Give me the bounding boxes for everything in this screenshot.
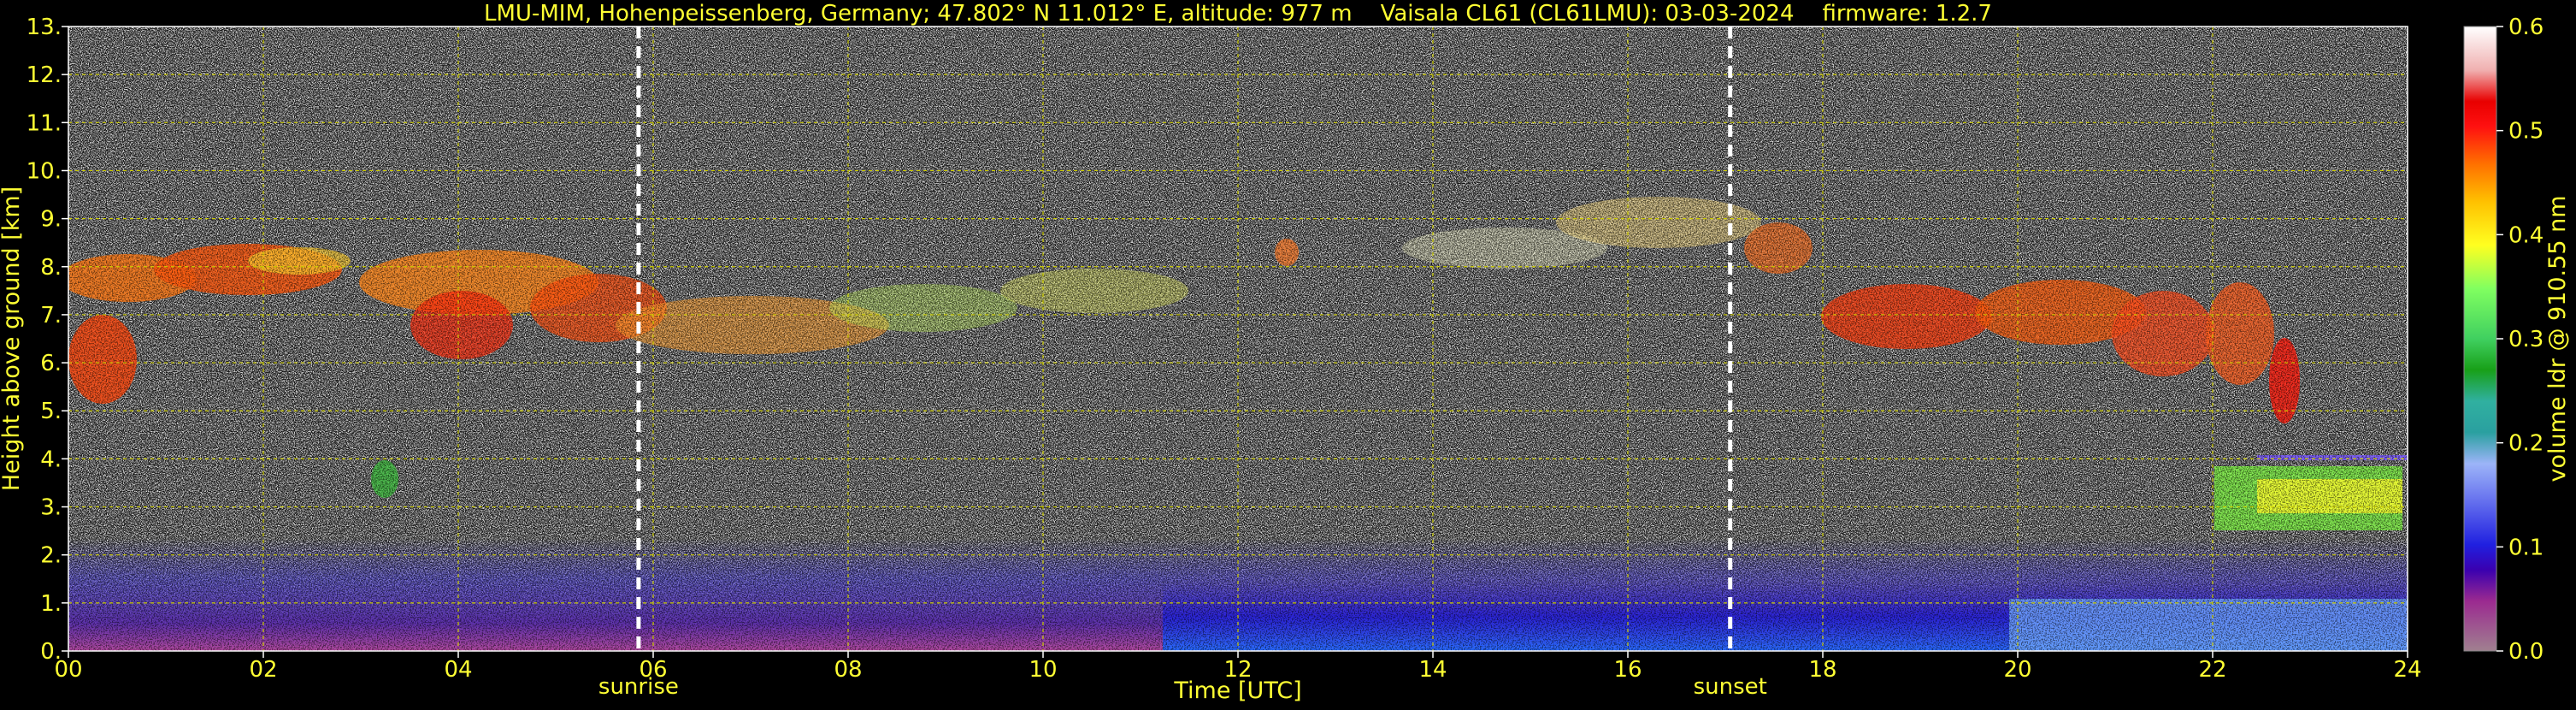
- x-tick-label: 14: [1418, 657, 1447, 683]
- lidar-chart: sunrise sunset 00 02 04 06 08 10 12 14 16 18 20 22 24…: [0, 0, 2576, 707]
- sun-marker-label: sunset: [1694, 674, 1767, 700]
- y-tick-label: 6.: [40, 351, 62, 376]
- y-tick-label: 10.: [27, 158, 62, 184]
- y-tick-label: 12.: [27, 62, 62, 88]
- y-tick-label: 3.: [40, 495, 62, 521]
- x-axis-label: Time [UTC]: [1173, 677, 1301, 704]
- y-tick-label: 7.: [40, 303, 62, 328]
- y-axis: 0. 1. 2. 3. 4. 5. 6. 7. 8. 9. 10. 11. 12. 13.: [27, 15, 68, 665]
- x-tick-label: 04: [444, 657, 472, 683]
- x-tick-label: 18: [1808, 657, 1836, 683]
- y-tick-label: 13.: [27, 15, 62, 40]
- y-tick-label: 1.: [40, 591, 62, 617]
- y-axis-label: Height above ground [km]: [0, 186, 25, 491]
- colorbar-tick-label: 0.0: [2508, 639, 2544, 665]
- colorbar-tick-label: 0.1: [2508, 535, 2544, 560]
- x-tick-label: 24: [2393, 657, 2421, 683]
- colorbar-tick-label: 0.2: [2508, 431, 2544, 457]
- x-tick-label: 22: [2198, 657, 2226, 683]
- y-tick-label: 9.: [40, 207, 62, 233]
- y-tick-label: 0.: [40, 639, 62, 665]
- lidar-field: [68, 27, 2408, 651]
- colorbar-tick-label: 0.6: [2508, 15, 2544, 40]
- x-tick-label: 10: [1029, 657, 1057, 683]
- colorbar-tick-label: 0.3: [2508, 327, 2544, 352]
- y-tick-label: 2.: [40, 543, 62, 569]
- x-tick-label: 16: [1613, 657, 1642, 683]
- x-tick-label: 06: [639, 657, 667, 683]
- chart-svg: sunrise sunset 00 02 04 06 08 10 12 14 16 18 20 22 24…: [0, 1, 2571, 704]
- colorbar: [2464, 27, 2496, 651]
- x-tick-label: 20: [2003, 657, 2031, 683]
- y-tick-label: 4.: [40, 447, 62, 472]
- colorbar-tick-label: 0.5: [2508, 119, 2544, 145]
- x-tick-label: 02: [249, 657, 277, 683]
- y-tick-label: 8.: [40, 255, 62, 281]
- colorbar-ticks: 0.0 0.1 0.2 0.3 0.4 0.5 0.6: [2496, 15, 2544, 665]
- x-tick-label: 08: [834, 657, 862, 683]
- y-tick-label: 11.: [27, 110, 62, 136]
- y-tick-label: 5.: [40, 399, 62, 424]
- colorbar-label: volume ldr @ 910.55 nm: [2544, 196, 2571, 482]
- chart-title: LMU-MIM, Hohenpeissenberg, Germany; 47.8…: [484, 1, 1992, 27]
- colorbar-tick-label: 0.4: [2508, 222, 2544, 248]
